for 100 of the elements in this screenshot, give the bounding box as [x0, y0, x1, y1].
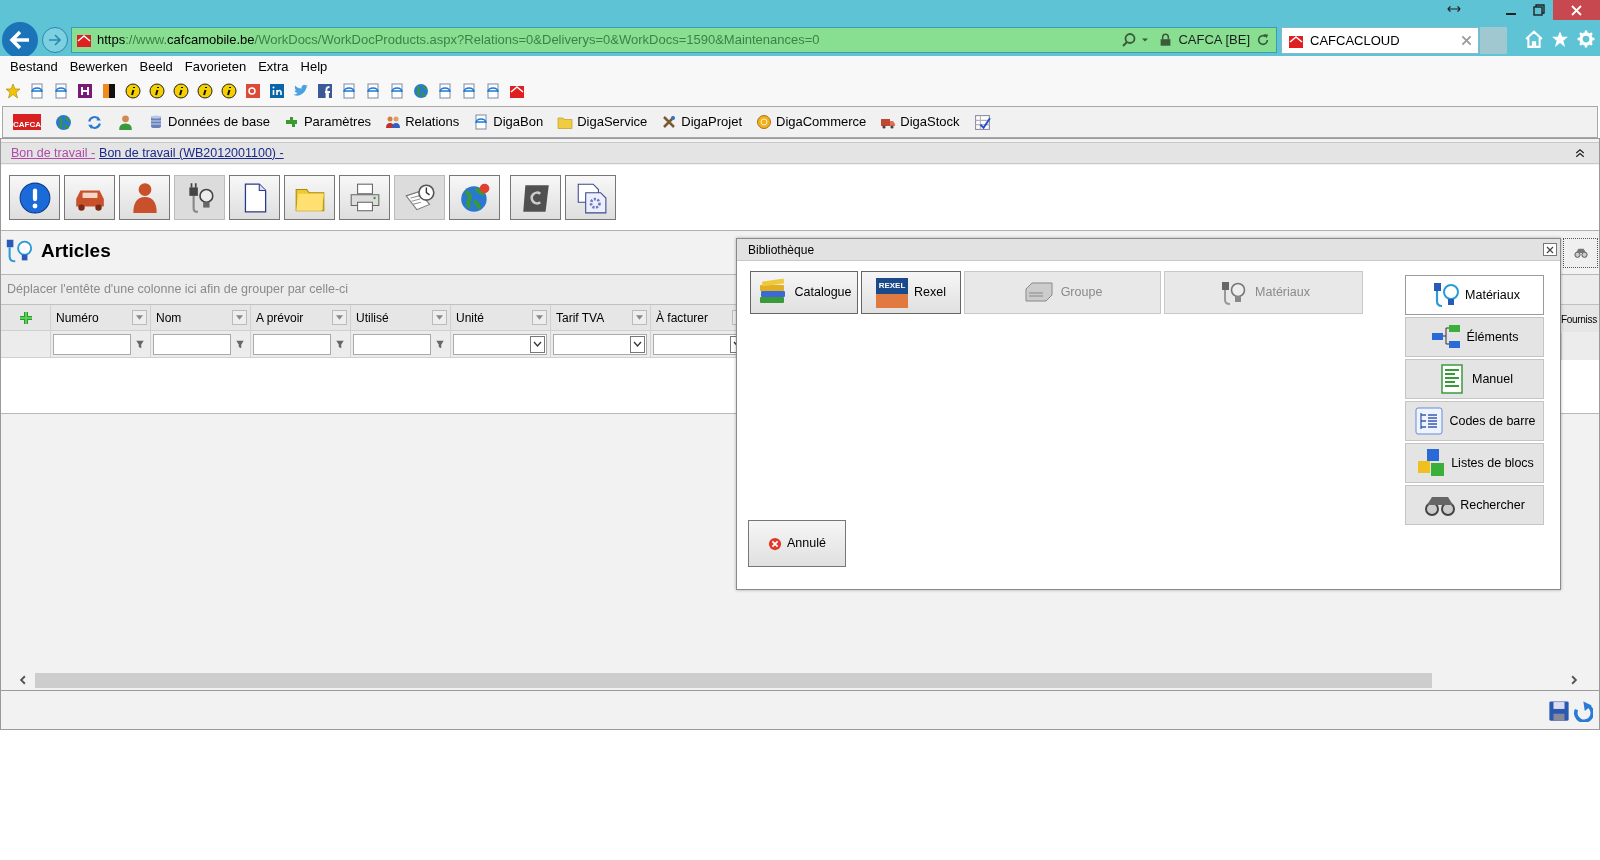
source-button[interactable]: REXEL Rexel: [861, 271, 961, 314]
collapse-icon[interactable]: [1575, 148, 1585, 158]
square-icon[interactable]: [245, 83, 261, 99]
close-button[interactable]: [1543, 243, 1557, 256]
column-header[interactable]: Tarif TVA: [556, 308, 632, 327]
toolbar-item[interactable]: DigaProjet: [661, 112, 742, 132]
column-menu-button[interactable]: [332, 310, 347, 325]
menu-item[interactable]: Bewerken: [63, 56, 134, 77]
page-icon[interactable]: [389, 83, 405, 99]
menu-item[interactable]: Extra: [252, 56, 295, 77]
filter-field[interactable]: [53, 333, 131, 355]
page-icon[interactable]: [29, 83, 45, 99]
column-header[interactable]: Numéro: [56, 308, 132, 327]
toolbar-button[interactable]: [119, 175, 170, 220]
toolbar-item[interactable]: DigaStock: [880, 112, 960, 132]
menu-item[interactable]: Help: [294, 56, 334, 77]
filter-dropdown[interactable]: [553, 333, 647, 355]
close-button[interactable]: [1553, 0, 1600, 20]
page-icon[interactable]: [485, 83, 501, 99]
side-tab[interactable]: Codes de barre: [1405, 401, 1544, 441]
scroll-right-icon[interactable]: [1569, 674, 1579, 686]
bird-icon[interactable]: [293, 83, 309, 99]
toolbar-item[interactable]: Données de base: [148, 112, 270, 132]
column-menu-button[interactable]: [232, 310, 247, 325]
menu-item[interactable]: Favorieten: [178, 56, 253, 77]
toolbar-button[interactable]: [565, 175, 616, 220]
source-button[interactable]: Catalogue: [750, 271, 858, 314]
square-icon[interactable]: [317, 83, 333, 99]
side-tab[interactable]: Manuel: [1405, 359, 1544, 399]
info-icon[interactable]: [197, 83, 213, 99]
column-menu-button[interactable]: [632, 310, 647, 325]
site-identity[interactable]: CAFCA [BE]: [1178, 30, 1250, 50]
toolbar-button[interactable]: [229, 175, 280, 220]
square-icon[interactable]: [269, 83, 285, 99]
toolbar-button[interactable]: [64, 175, 115, 220]
page-icon[interactable]: [365, 83, 381, 99]
side-tab[interactable]: Éléments: [1405, 317, 1544, 357]
filter-icon[interactable]: [235, 338, 245, 350]
column-menu-button[interactable]: [432, 310, 447, 325]
column-header[interactable]: À facturer: [656, 308, 732, 327]
column-menu-button[interactable]: [532, 310, 547, 325]
toolbar-button[interactable]: [339, 175, 390, 220]
menu-item[interactable]: Beeld: [133, 56, 179, 77]
address-bar[interactable]: https://www.cafcamobile.be/WorkDocs/WorkDocProducts.aspx?Relations=0&Deliverys=0&WorkDocs=1590&Maintenances=0 CAFCA [BE]: [71, 27, 1277, 53]
search-icon[interactable]: [1121, 32, 1138, 48]
undo-icon[interactable]: [1571, 699, 1593, 722]
globe-icon[interactable]: [413, 83, 429, 99]
column-header[interactable]: Unité: [456, 308, 532, 327]
side-tab[interactable]: Rechercher: [1405, 485, 1544, 525]
filter-icon[interactable]: [135, 338, 145, 350]
page-icon[interactable]: [437, 83, 453, 99]
breadcrumb-link[interactable]: Bon de travail (WB2012001100) -: [99, 143, 284, 163]
toolbar-button[interactable]: [394, 175, 445, 220]
toolbar-item[interactable]: Relations: [385, 112, 460, 132]
column-header[interactable]: Nom: [156, 308, 232, 327]
toolbar-item[interactable]: DigaService: [557, 112, 648, 132]
filter-field[interactable]: [1561, 333, 1599, 360]
dropdown-button[interactable]: [530, 335, 545, 353]
star-icon[interactable]: [5, 83, 21, 99]
side-tab[interactable]: Listes de blocs: [1405, 443, 1544, 483]
filter-icon[interactable]: [335, 338, 345, 350]
page-icon[interactable]: [341, 83, 357, 99]
app-logo[interactable]: CAFCA: [13, 114, 41, 130]
add-icon[interactable]: [17, 309, 34, 326]
menu-item[interactable]: Bestand: [4, 56, 64, 77]
page-icon[interactable]: [53, 83, 69, 99]
checklist-icon[interactable]: [973, 113, 991, 131]
tile-icon[interactable]: [77, 83, 93, 99]
person-icon[interactable]: [117, 113, 134, 131]
info-icon[interactable]: [173, 83, 189, 99]
toolbar-button[interactable]: [174, 175, 225, 220]
filter-dropdown[interactable]: [453, 333, 547, 355]
filter-field[interactable]: [353, 333, 431, 355]
info-icon[interactable]: [125, 83, 141, 99]
flag-icon[interactable]: [101, 83, 117, 99]
search-button[interactable]: [1563, 238, 1598, 268]
column-header[interactable]: A prévoir: [256, 308, 332, 327]
filter-field[interactable]: [253, 333, 331, 355]
toolbar-item[interactable]: DigaBon: [473, 112, 544, 132]
toolbar-button[interactable]: [9, 175, 60, 220]
browser-tab[interactable]: CAFCACLOUD: [1281, 27, 1479, 54]
globe-icon[interactable]: [55, 113, 72, 131]
close-icon[interactable]: [1461, 35, 1472, 46]
caret-icon[interactable]: [1141, 36, 1150, 44]
column-menu-button[interactable]: [132, 310, 147, 325]
filter-icon[interactable]: [435, 338, 445, 350]
breadcrumb-link[interactable]: Bon de travail -: [11, 143, 96, 163]
star-icon[interactable]: [1551, 30, 1569, 48]
column-header[interactable]: Utilisé: [356, 308, 432, 327]
dropdown-button[interactable]: [630, 335, 645, 353]
toolbar-item[interactable]: Paramètres: [283, 112, 372, 132]
info-icon[interactable]: [221, 83, 237, 99]
refresh-icon[interactable]: [86, 113, 103, 131]
info-icon[interactable]: [149, 83, 165, 99]
filter-field[interactable]: [153, 333, 231, 355]
side-tab[interactable]: Matériaux: [1405, 275, 1544, 315]
toolbar-item[interactable]: DigaCommerce: [756, 112, 867, 132]
house-icon[interactable]: [509, 83, 525, 99]
toolbar-button[interactable]: [510, 175, 561, 220]
page-icon[interactable]: [461, 83, 477, 99]
